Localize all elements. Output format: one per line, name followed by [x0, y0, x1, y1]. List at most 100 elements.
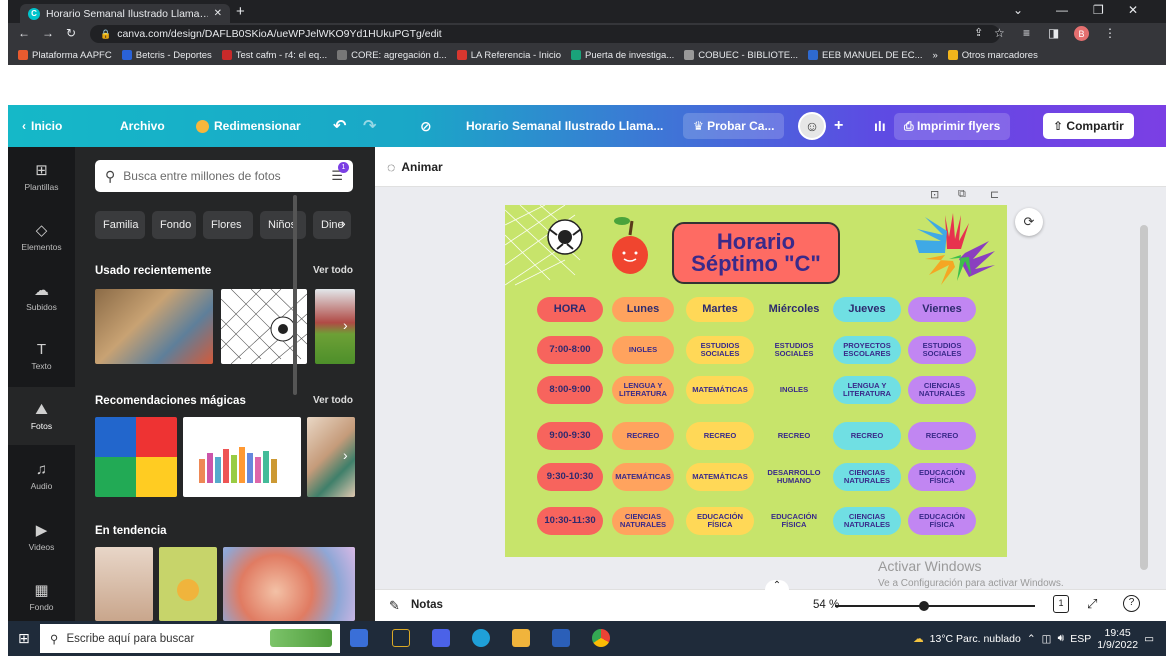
add-page-icon[interactable]: ⊏: [990, 188, 999, 201]
bookmark-item[interactable]: CORE: agregación d...: [337, 50, 447, 61]
fullscreen-icon[interactable]: ⤢: [1087, 596, 1097, 612]
forward-icon[interactable]: →: [42, 26, 54, 40]
notifications-icon[interactable]: ▭: [1144, 633, 1154, 645]
bookmark-item[interactable]: COBUEC - BIBLIOTE...: [684, 50, 798, 61]
magic-photo-people[interactable]: [183, 417, 301, 497]
insights-icon[interactable]: ılı: [874, 105, 886, 147]
schedule-subject-cell[interactable]: CIENCIAS NATURALES: [833, 463, 901, 491]
expand-pages-icon[interactable]: ⌃: [765, 580, 789, 594]
close-window-icon[interactable]: ✕: [1128, 3, 1138, 17]
chip-flores[interactable]: Flores: [203, 211, 253, 239]
share-button[interactable]: ⇧ Compartir: [1043, 113, 1134, 139]
search-input[interactable]: Busca entre millones de fotos: [123, 169, 323, 183]
schedule-subject-cell[interactable]: ESTUDIOS SOCIALES: [908, 336, 976, 364]
chip-fondo[interactable]: Fondo: [152, 211, 196, 239]
redo-icon[interactable]: ↷: [363, 105, 376, 147]
zoom-slider-knob[interactable]: [919, 601, 930, 611]
print-flyers-button[interactable]: ⎙ Imprimir flyers: [894, 112, 1011, 140]
restore-icon[interactable]: ❐: [1093, 3, 1104, 17]
user-avatar[interactable]: ☺: [798, 112, 826, 140]
bookmark-item[interactable]: »: [933, 50, 938, 61]
taskbar-app-edge-icon[interactable]: [472, 629, 490, 647]
taskbar-app-game-icon[interactable]: [392, 629, 410, 647]
reload-icon[interactable]: ↻: [66, 26, 76, 40]
sidepanel-icon[interactable]: ◨: [1048, 26, 1059, 40]
tray-expand-icon[interactable]: ⌃: [1027, 633, 1036, 645]
schedule-subject-cell[interactable]: CIENCIAS NATURALES: [908, 376, 976, 404]
schedule-subject-cell[interactable]: ESTUDIOS SOCIALES: [762, 336, 826, 364]
trending-photo-hands[interactable]: [95, 547, 153, 621]
taskbar-app-chrome-icon[interactable]: [592, 629, 610, 647]
clock[interactable]: 19:45 1/9/2022: [1097, 627, 1138, 651]
bookmark-item[interactable]: EEB MANUEL DE EC...: [808, 50, 923, 61]
weather-text[interactable]: 13°C Parc. nublado: [930, 633, 1021, 645]
rail-item-elementos[interactable]: ◇ Elementos: [8, 207, 75, 265]
schedule-header-2[interactable]: Martes: [686, 297, 754, 322]
schedule-title-badge[interactable]: Horario Séptimo "C": [672, 222, 840, 284]
taskbar-app-explorer-icon[interactable]: [512, 629, 530, 647]
bookmark-item[interactable]: Test cafm - r4: el eq...: [221, 50, 327, 61]
schedule-subject-cell[interactable]: ESTUDIOS SOCIALES: [686, 336, 754, 364]
profile-avatar[interactable]: B: [1074, 26, 1089, 41]
browser-tab[interactable]: C Horario Semanal Ilustrado Llama… ✕: [20, 4, 230, 23]
schedule-subject-cell[interactable]: CIENCIAS NATURALES: [833, 507, 901, 535]
schedule-subject-cell[interactable]: INGLES: [762, 376, 826, 404]
undo-icon[interactable]: ↶: [333, 105, 346, 147]
rail-item-fondo[interactable]: ▦ Fondo: [8, 567, 75, 625]
rail-item-videos[interactable]: ▶ Videos: [8, 507, 75, 565]
canvas-scrollbar[interactable]: [1140, 225, 1148, 570]
schedule-subject-cell[interactable]: EDUCACIÓN FÍSICA: [762, 507, 826, 535]
language-indicator[interactable]: ESP: [1070, 633, 1091, 645]
panel-scrollbar[interactable]: [293, 195, 297, 395]
schedule-subject-cell[interactable]: INGLES: [612, 336, 674, 364]
notes-button[interactable]: Notas: [411, 599, 443, 611]
schedule-subject-cell[interactable]: CIENCIAS NATURALES: [612, 507, 674, 535]
rail-item-fotos[interactable]: ⛰ Fotos: [8, 387, 75, 445]
schedule-subject-cell[interactable]: RECREO: [908, 422, 976, 450]
taskbar-search-input[interactable]: Escribe aquí para buscar: [66, 633, 194, 645]
animate-button[interactable]: Animar: [401, 160, 442, 174]
schedule-subject-cell[interactable]: MATEMÁTICAS: [612, 463, 674, 491]
trending-photo-flowers[interactable]: [223, 547, 355, 621]
schedule-subject-cell[interactable]: EDUCACIÓN FÍSICA: [908, 507, 976, 535]
recent-photo-art-supplies[interactable]: [95, 289, 213, 364]
taskbar-app-word-icon[interactable]: [552, 629, 570, 647]
browser-menu-icon[interactable]: ⋮: [1104, 26, 1116, 40]
rail-item-audio[interactable]: ♫ Audio: [8, 447, 75, 505]
schedule-subject-cell[interactable]: LENGUA Y LITERATURA: [833, 376, 901, 404]
resize-button[interactable]: Redimensionar: [196, 105, 301, 147]
document-title[interactable]: Horario Semanal Ilustrado Llama...: [466, 105, 663, 147]
schedule-subject-cell[interactable]: PROYECTOS ESCOLARES: [833, 336, 901, 364]
chip-niños[interactable]: Niños: [260, 211, 306, 239]
close-tab-icon[interactable]: ✕: [214, 8, 222, 19]
chip-familia[interactable]: Familia: [95, 211, 145, 239]
schedule-header-0[interactable]: HORA: [537, 297, 603, 322]
animate-icon[interactable]: ◌: [387, 159, 395, 175]
page-count-button[interactable]: 1: [1053, 595, 1069, 613]
schedule-time-cell[interactable]: 7:00-8:00: [537, 336, 603, 364]
cloud-saved-icon[interactable]: ⊘: [420, 105, 432, 147]
schedule-subject-cell[interactable]: MATEMÁTICAS: [686, 463, 754, 491]
refresh-design-button[interactable]: ⟳: [1015, 208, 1043, 236]
trending-photo-fruit[interactable]: [159, 547, 217, 621]
url-bar[interactable]: 🔒 canva.com/design/DAFLB0SKioA/ueWPJelWK…: [90, 25, 1000, 43]
schedule-time-cell[interactable]: 8:00-9:00: [537, 376, 603, 404]
schedule-subject-cell[interactable]: EDUCACIÓN FÍSICA: [908, 463, 976, 491]
schedule-time-cell[interactable]: 9:00-9:30: [537, 422, 603, 450]
home-button[interactable]: ‹ Inicio: [22, 105, 62, 147]
speaker-icon[interactable]: 🔊︎: [1058, 632, 1065, 645]
filter-icon[interactable]: ☰ 1: [331, 162, 349, 184]
network-icon[interactable]: ◫: [1042, 633, 1052, 645]
share-icon[interactable]: ⇪: [974, 26, 983, 39]
page-lock-icon[interactable]: ⊡: [930, 188, 939, 201]
back-icon[interactable]: ←: [18, 26, 30, 40]
windows-start-icon[interactable]: ⊞: [18, 630, 30, 647]
rail-item-subidos[interactable]: ☁ Subidos: [8, 267, 75, 325]
bookmark-item[interactable]: Plataforma AAPFC: [18, 50, 112, 61]
tab-search-icon[interactable]: ⌄: [1013, 3, 1023, 17]
schedule-header-5[interactable]: Viernes: [908, 297, 976, 322]
schedule-header-3[interactable]: Miércoles: [762, 297, 826, 322]
schedule-subject-cell[interactable]: RECREO: [612, 422, 674, 450]
bookmark-item[interactable]: Betcris - Deportes: [121, 50, 212, 61]
file-menu-button[interactable]: Archivo: [120, 105, 165, 147]
